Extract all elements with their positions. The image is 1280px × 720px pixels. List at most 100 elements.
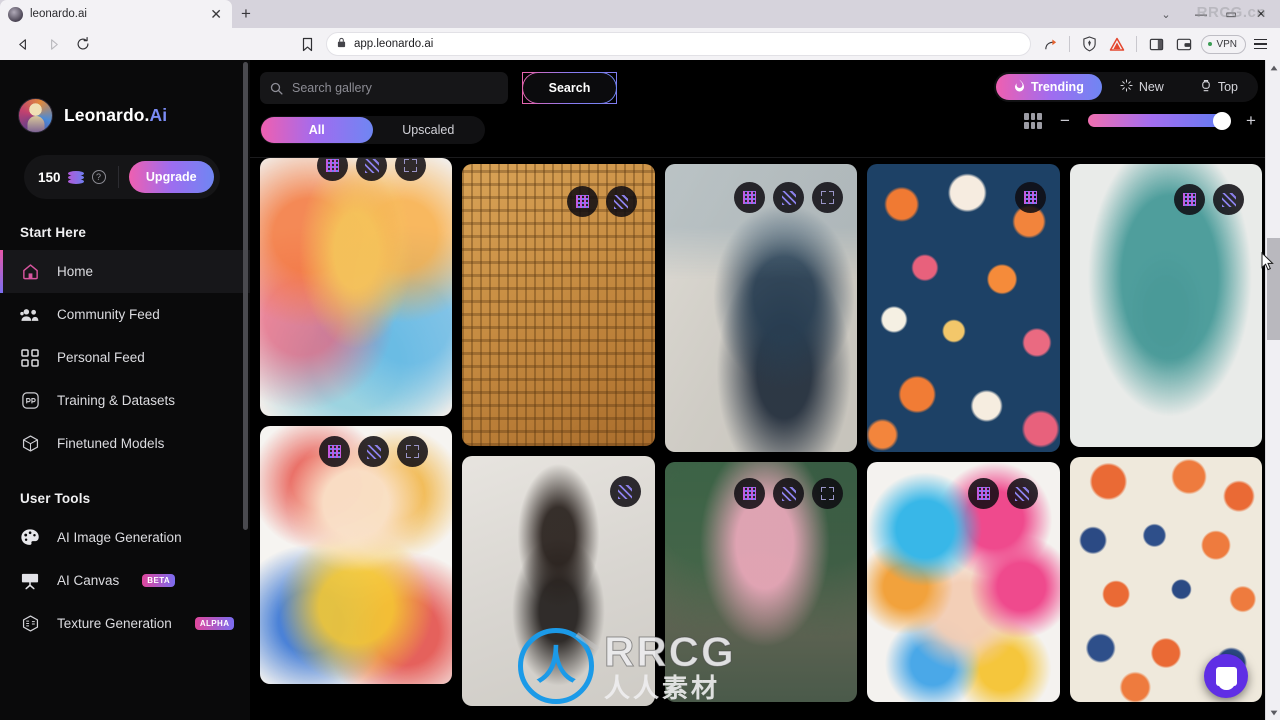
search-icon <box>270 82 283 95</box>
gallery-card-dark-fantasy-woman-sheet[interactable] <box>462 456 655 706</box>
mouse-cursor <box>1261 251 1274 276</box>
sidebar-scrollbar[interactable] <box>243 60 248 720</box>
stripes-icon <box>1015 486 1030 501</box>
sidebar-item-training-datasets[interactable]: Training & Datasets <box>0 379 250 422</box>
remix-icon <box>976 487 990 500</box>
remix-button[interactable] <box>734 182 766 213</box>
zoom-in-button[interactable]: + <box>1244 112 1258 129</box>
expand-button[interactable] <box>395 158 427 181</box>
tab-top[interactable]: Top <box>1182 74 1256 100</box>
help-icon[interactable]: ? <box>91 170 106 184</box>
tab-strip: leonardo.ai ✕ + ⌄ — ▭ ✕ <box>0 0 1280 28</box>
sidebar-scrollbar-thumb[interactable] <box>243 62 248 530</box>
forward-button[interactable] <box>38 30 68 58</box>
variation-button[interactable] <box>605 186 637 217</box>
community-icon <box>19 304 41 326</box>
expand-button[interactable] <box>812 182 844 213</box>
variation-button[interactable] <box>358 436 390 467</box>
filter-tab-upscaled[interactable]: Upscaled <box>373 117 485 143</box>
vpn-button[interactable]: VPN <box>1201 34 1246 54</box>
variation-button[interactable] <box>773 182 805 213</box>
brave-shields-icon[interactable] <box>1076 31 1102 57</box>
zoom-slider-knob[interactable] <box>1213 111 1231 130</box>
back-button[interactable] <box>8 30 38 58</box>
sidebar-item-texture-generation[interactable]: Texture Generation ALPHA <box>0 602 250 645</box>
gallery-card-blue-haired-warrior[interactable] <box>664 164 858 452</box>
sidebar-item-label: Community Feed <box>57 307 160 322</box>
zoom-out-button[interactable]: − <box>1058 112 1072 129</box>
expand-button[interactable] <box>397 436 429 467</box>
page-scrollbar[interactable] <box>1265 60 1280 720</box>
upgrade-button[interactable]: Upgrade <box>128 161 214 193</box>
remix-icon <box>743 487 757 500</box>
sidebar-panel-icon[interactable] <box>1143 31 1169 57</box>
scroll-down-arrow-icon[interactable] <box>1266 705 1280 720</box>
wallet-icon[interactable] <box>1171 31 1197 57</box>
gallery-card-pink-haired-fairy[interactable] <box>664 462 858 702</box>
search-box[interactable] <box>260 72 508 104</box>
address-bar[interactable]: app.leonardo.ai <box>326 32 1032 56</box>
brand-logo-block[interactable]: Leonardo.Ai <box>0 60 250 133</box>
remix-button[interactable] <box>566 186 598 217</box>
sidebar-item-community-feed[interactable]: Community Feed <box>0 293 250 336</box>
variation-button[interactable] <box>609 476 641 507</box>
sidebar-item-label: Home <box>57 264 94 279</box>
gallery-card-rainbow-hair-portrait[interactable] <box>867 462 1060 702</box>
sidebar-item-home[interactable]: Home <box>0 250 250 293</box>
pill-divider <box>117 166 119 188</box>
sidebar-item-finetuned-models[interactable]: Finetuned Models <box>0 422 250 465</box>
bookmark-icon[interactable] <box>294 30 320 58</box>
grid-density-icon[interactable] <box>1024 112 1042 129</box>
sidebar-item-personal-feed[interactable]: Personal Feed <box>0 336 250 379</box>
zoom-slider[interactable] <box>1088 111 1231 130</box>
new-tab-button[interactable]: + <box>232 0 260 28</box>
remix-button[interactable] <box>319 436 351 467</box>
remix-button[interactable] <box>317 158 349 181</box>
reload-button[interactable] <box>68 30 98 58</box>
variation-button[interactable] <box>356 158 388 181</box>
gallery-card-lion-watercolor[interactable] <box>260 158 453 416</box>
gallery-card-koala-on-bicycle[interactable] <box>1069 164 1263 447</box>
sidebar-item-label: Training & Datasets <box>57 393 176 408</box>
variation-button[interactable] <box>1006 478 1038 509</box>
remix-button[interactable] <box>734 478 766 509</box>
card-action-buttons <box>734 182 844 213</box>
variation-button[interactable] <box>1213 184 1245 215</box>
tab-search-chevron-icon[interactable]: ⌄ <box>1146 0 1186 28</box>
sidebar-item-ai-canvas[interactable]: AI Canvas BETA <box>0 559 250 602</box>
remix-button[interactable] <box>1174 184 1206 215</box>
search-input[interactable] <box>292 81 498 95</box>
leonardo-logo-icon <box>18 98 53 133</box>
tab-trending[interactable]: Trending <box>996 74 1102 100</box>
gallery-card-egyptian-hieroglyphs[interactable] <box>462 164 655 446</box>
scroll-up-arrow-icon[interactable] <box>1266 60 1280 75</box>
tab-new[interactable]: New <box>1102 74 1182 100</box>
card-action-buttons <box>317 158 427 181</box>
gallery-card-floral-pattern-navy[interactable] <box>867 164 1060 452</box>
stripes-icon <box>1221 192 1236 207</box>
window-minimize-button[interactable]: — <box>1186 0 1216 28</box>
filter-tab-all[interactable]: All <box>261 117 373 143</box>
browser-toolbar: app.leonardo.ai VPN <box>0 28 1280 60</box>
sidebar-item-ai-image-generation[interactable]: AI Image Generation <box>0 516 250 559</box>
share-icon[interactable] <box>1037 31 1063 57</box>
gallery-column <box>1069 164 1263 706</box>
search-button[interactable]: Search <box>522 72 617 104</box>
variation-button[interactable] <box>773 478 805 509</box>
page-viewport: Leonardo.Ai 150 ? Upgrade Start Here Hom… <box>0 60 1280 720</box>
remix-button[interactable] <box>967 478 999 509</box>
intercom-chat-launcher[interactable] <box>1204 654 1248 698</box>
window-close-button[interactable]: ✕ <box>1246 0 1276 28</box>
tab-close-icon[interactable]: ✕ <box>208 7 224 21</box>
card-action-buttons <box>609 476 641 507</box>
gallery-card-girl-blue-glasses[interactable] <box>260 426 453 684</box>
brave-rewards-icon[interactable] <box>1104 31 1130 57</box>
browser-menu-icon[interactable] <box>1248 31 1272 57</box>
remix-icon <box>326 159 340 172</box>
card-action-buttons <box>1174 184 1245 215</box>
sidebar-nav-user-tools: AI Image Generation AI Canvas BETA Textu… <box>0 516 250 645</box>
browser-tab-leonardo[interactable]: leonardo.ai ✕ <box>0 0 232 28</box>
expand-button[interactable] <box>812 478 844 509</box>
remix-button[interactable] <box>1014 182 1046 213</box>
window-maximize-button[interactable]: ▭ <box>1216 0 1246 28</box>
